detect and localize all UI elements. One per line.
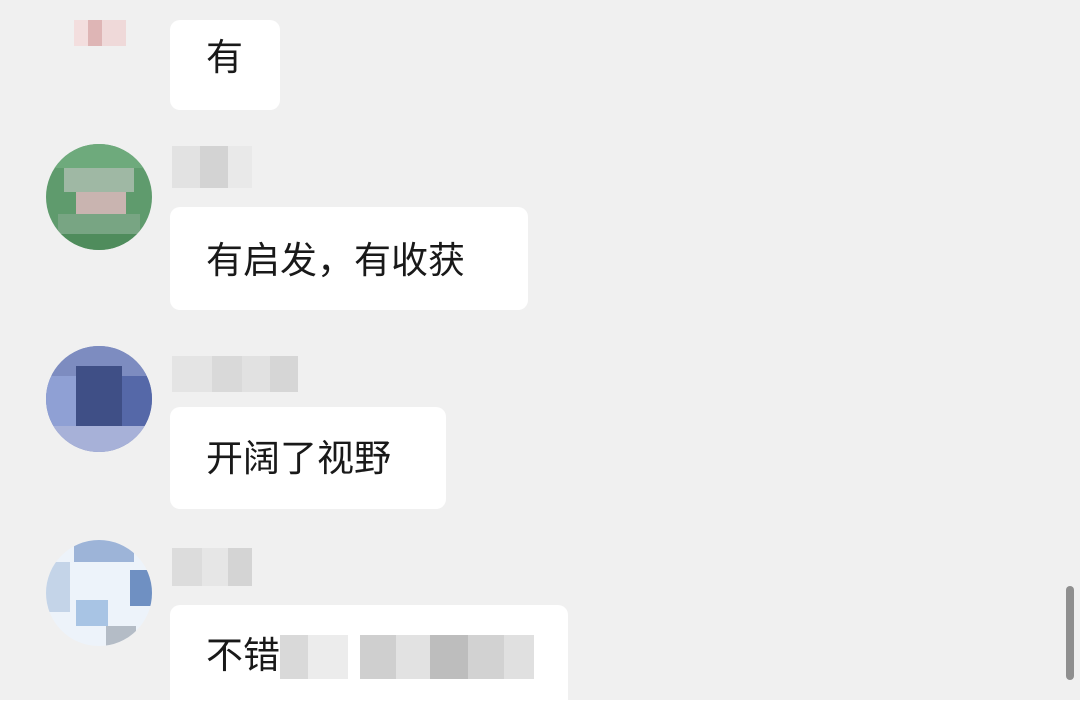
message-text: 不错 [206,634,280,677]
sender-name [172,356,298,392]
sender-name [172,548,252,586]
avatar[interactable] [46,540,152,646]
message-bubble-0[interactable]: 有 [170,20,280,110]
scrollbar[interactable] [1066,586,1074,680]
message-text: 有 [206,36,243,79]
message-bubble-3[interactable]: 不错 [170,605,568,700]
message-bubble-1[interactable]: 有启发，有收获 [170,207,528,310]
message-bubble-2[interactable]: 开阔了视野 [170,407,446,509]
avatar[interactable] [46,346,152,452]
avatar[interactable] [46,144,152,250]
sender-name [172,146,252,188]
avatar-fragment-0 [74,20,126,46]
message-text: 有启发，有收获 [206,239,465,282]
bottom-edge [0,700,1080,709]
message-text: 开阔了视野 [206,437,391,480]
blurred-text [280,635,540,679]
chat-message-list[interactable]: 有 有启发，有收获 开阔了视野 不错 [0,0,1080,700]
